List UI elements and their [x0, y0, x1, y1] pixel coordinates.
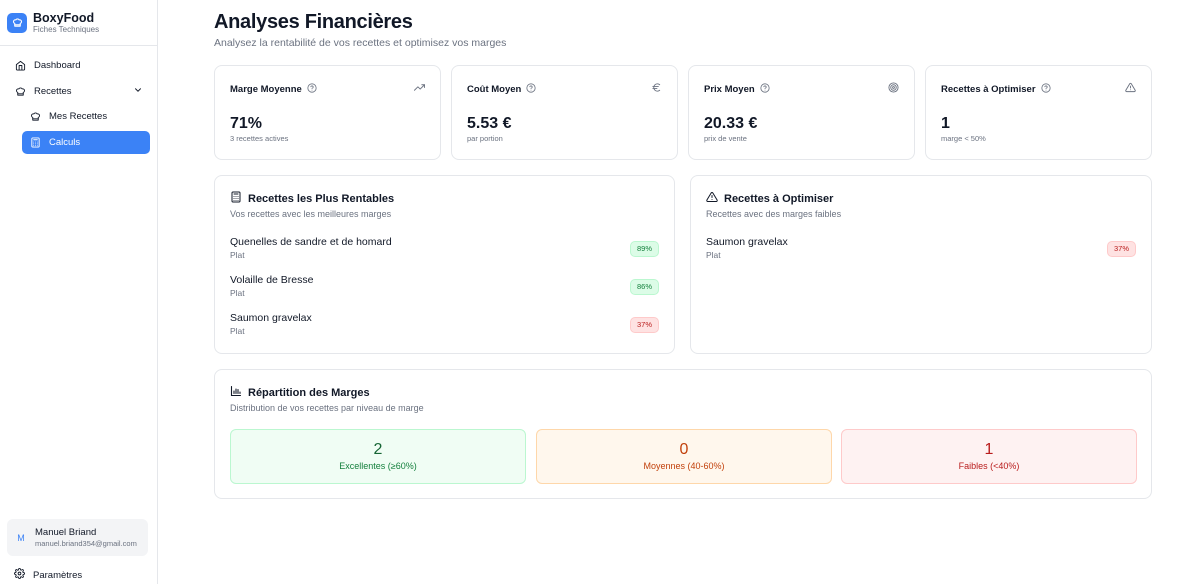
distribution-weak: 1 Faibles (<40%)	[841, 429, 1137, 484]
margin-badge: 37%	[629, 317, 659, 333]
distribution-label: Excellentes (≥60%)	[339, 461, 417, 471]
sidebar-item-mes-recettes[interactable]: Mes Recettes	[22, 105, 150, 128]
chevron-down-icon[interactable]	[133, 85, 143, 98]
top-recipes-card: Recettes les Plus Rentables Vos recettes…	[214, 175, 675, 354]
recipe-category: Plat	[230, 326, 245, 336]
stat-label: Recettes à Optimiser	[941, 83, 1036, 95]
user-email: manuel.briand354@gmail.com	[35, 538, 137, 548]
distribution-count: 1	[984, 441, 994, 458]
stat-label: Prix Moyen	[704, 83, 755, 95]
distribution-count: 2	[373, 441, 383, 458]
list-item[interactable]: Saumon gravelax Plat 37%	[706, 236, 1136, 266]
section-description: Distribution de vos recettes par niveau …	[230, 403, 424, 413]
margin-badge: 86%	[629, 279, 659, 295]
chef-hat-icon	[14, 85, 26, 97]
brand-name: BoxyFood	[33, 10, 95, 25]
section-title: Répartition des Marges	[248, 386, 370, 399]
stat-card-recettes-a-optimiser: Recettes à Optimiser 1 marge < 50%	[925, 65, 1152, 160]
sidebar-item-label: Paramètres	[33, 569, 83, 581]
stat-value: 20.33 €	[704, 115, 758, 132]
chef-hat-icon	[29, 111, 41, 123]
optimize-card: Recettes à Optimiser Recettes avec des m…	[690, 175, 1152, 354]
page-title: Analyses Financières	[214, 11, 413, 33]
brand[interactable]: BoxyFood Fiches Techniques	[0, 0, 157, 46]
sidebar-item-dashboard[interactable]: Dashboard	[7, 54, 150, 77]
sidebar-item-label: Calculs	[49, 136, 81, 148]
distribution-label: Faibles (<40%)	[958, 461, 1020, 471]
trending-up-icon	[414, 82, 425, 96]
list-item[interactable]: Saumon gravelax Plat 37%	[230, 312, 659, 342]
sidebar-item-label: Dashboard	[34, 60, 81, 71]
brand-subtitle: Fiches Techniques	[33, 24, 100, 34]
help-icon[interactable]	[526, 82, 536, 96]
distribution-count: 0	[679, 441, 689, 458]
gear-icon	[14, 568, 25, 582]
stat-card-marge-moyenne: Marge Moyenne 71% 3 recettes actives	[214, 65, 441, 160]
page-subtitle: Analysez la rentabilité de vos recettes …	[214, 37, 507, 49]
sidebar-item-label: Recettes	[34, 85, 72, 97]
section-description: Recettes avec des marges faibles	[706, 209, 842, 219]
calculator-icon	[230, 191, 242, 206]
help-icon[interactable]	[1040, 82, 1051, 96]
sidebar: BoxyFood Fiches Techniques Dashboard Rec…	[0, 0, 158, 584]
stat-note: marge < 50%	[941, 134, 986, 143]
stat-card-cout-moyen: Coût Moyen 5.53 € par portion	[451, 65, 678, 160]
euro-icon	[651, 82, 662, 96]
recipe-category: Plat	[706, 250, 721, 260]
home-icon	[14, 60, 26, 72]
stat-value: 5.53 €	[467, 115, 512, 132]
sidebar-nav: Dashboard Recettes Mes Recettes Calculs	[0, 46, 157, 164]
sidebar-item-parametres[interactable]: Paramètres	[7, 568, 89, 582]
stat-card-prix-moyen: Prix Moyen 20.33 € prix de vente	[688, 65, 915, 160]
list-item[interactable]: Volaille de Bresse Plat 86%	[230, 274, 659, 304]
list-item[interactable]: Quenelles de sandre et de homard Plat 89…	[230, 236, 659, 266]
margin-distribution-card: Répartition des Marges Distribution de v…	[214, 369, 1152, 499]
bar-chart-icon	[230, 385, 242, 400]
calculator-icon	[29, 136, 41, 148]
recipe-name: Quenelles de sandre et de homard	[230, 236, 392, 248]
recipe-category: Plat	[230, 288, 245, 298]
stat-label: Marge Moyenne	[230, 83, 302, 95]
warning-icon	[706, 191, 718, 206]
distribution-label: Moyennes (40-60%)	[643, 461, 725, 471]
stat-note: par portion	[467, 134, 503, 143]
chef-hat-logo-icon	[7, 12, 27, 33]
sidebar-item-label: Mes Recettes	[49, 111, 108, 122]
stat-value: 1	[941, 115, 950, 132]
avatar: M	[17, 532, 25, 543]
help-icon[interactable]	[307, 82, 317, 96]
recipe-name: Volaille de Bresse	[230, 274, 314, 286]
stat-label: Coût Moyen	[467, 83, 522, 95]
user-card[interactable]: M Manuel Briand manuel.briand354@gmail.c…	[7, 519, 148, 556]
section-title: Recettes à Optimiser	[724, 192, 834, 205]
stat-note: 3 recettes actives	[230, 134, 289, 143]
stat-note: prix de vente	[704, 134, 747, 143]
recipe-category: Plat	[230, 250, 245, 260]
distribution-excellent: 2 Excellentes (≥60%)	[230, 429, 526, 484]
target-icon	[888, 82, 899, 96]
margin-badge: 89%	[629, 241, 659, 257]
section-description: Vos recettes avec les meilleures marges	[230, 209, 392, 219]
section-title: Recettes les Plus Rentables	[248, 192, 395, 205]
sidebar-item-recettes[interactable]: Recettes	[7, 80, 150, 103]
recipe-name: Saumon gravelax	[230, 312, 312, 324]
user-name: Manuel Briand	[35, 526, 97, 538]
distribution-average: 0 Moyennes (40-60%)	[536, 429, 832, 484]
help-icon[interactable]	[760, 82, 770, 96]
recipe-name: Saumon gravelax	[706, 236, 788, 248]
margin-badge: 37%	[1106, 241, 1136, 257]
stat-value: 71%	[230, 115, 263, 132]
sidebar-item-calculs[interactable]: Calculs	[22, 130, 150, 154]
warning-icon	[1125, 82, 1136, 96]
